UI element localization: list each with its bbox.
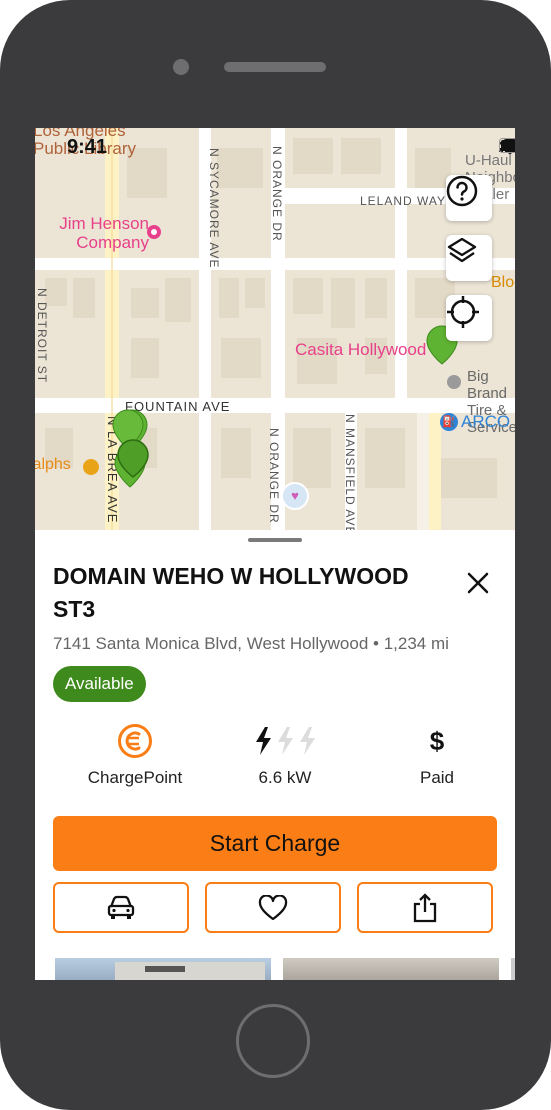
- front-camera: [173, 59, 189, 75]
- station-name: DOMAIN WEHO W HOLLYWOOD ST3: [53, 563, 409, 622]
- address-separator: •: [373, 634, 384, 653]
- station-photo[interactable]: [283, 958, 499, 980]
- tire-shop-icon: [447, 375, 461, 389]
- gas-station-icon: ⛽: [440, 413, 458, 431]
- favorite-button[interactable]: [205, 882, 341, 933]
- station-address-line: 7141 Santa Monica Blvd, West Hollywood •…: [53, 634, 449, 654]
- share-button[interactable]: [357, 882, 493, 933]
- close-button[interactable]: [460, 565, 496, 601]
- street-label-n-orange-bottom: N ORANGE DR: [267, 428, 281, 524]
- share-icon: [413, 892, 437, 922]
- street-label-n-mansfield: N MANSFIELD AVE: [343, 414, 357, 536]
- network-label: ChargePoint: [87, 768, 183, 787]
- price-label: Paid: [419, 768, 455, 787]
- locate-button[interactable]: [446, 295, 492, 341]
- station-markers-cluster[interactable]: [109, 408, 159, 494]
- phone-frame: N SYCAMORE AVE N ORANGE DR LELAND WAY N …: [0, 0, 551, 1110]
- street-label-n-detroit: N DETROIT ST: [35, 288, 49, 384]
- car-icon: [107, 895, 135, 919]
- poi-arco[interactable]: ARCO: [461, 412, 510, 432]
- volume-down-button: [0, 290, 2, 350]
- poi-jim-henson[interactable]: Jim Henson Company: [35, 214, 149, 252]
- layers-button[interactable]: [446, 235, 492, 281]
- poi-bloom[interactable]: Bloom: [491, 274, 515, 292]
- map-view[interactable]: N SYCAMORE AVE N ORANGE DR LELAND WAY N …: [35, 128, 515, 548]
- power-info: 6.6 kW: [210, 724, 360, 788]
- earpiece-speaker: [224, 62, 326, 72]
- dollar-icon: $: [429, 725, 445, 756]
- battery-icon: [499, 138, 515, 153]
- screen: N SYCAMORE AVE N ORANGE DR LELAND WAY N …: [35, 128, 515, 980]
- pin-icon: [147, 225, 161, 239]
- crosshair-icon: [447, 296, 479, 328]
- cart-icon: [83, 459, 99, 475]
- start-charge-button[interactable]: Start Charge: [53, 816, 497, 871]
- street-label-n-sycamore: N SYCAMORE AVE: [207, 148, 221, 269]
- heart-place-icon: ♥: [281, 482, 309, 510]
- status-badge: Available: [53, 666, 146, 702]
- layers-icon: [447, 237, 477, 263]
- close-icon: [467, 572, 489, 594]
- heart-icon: [258, 894, 288, 920]
- volume-up-button: [0, 210, 2, 270]
- status-time: 9:41: [67, 136, 108, 158]
- power-level-icon: [256, 727, 315, 755]
- chargepoint-logo-icon: [118, 724, 152, 758]
- poi-ralphs[interactable]: Ralphs: [35, 456, 71, 474]
- help-icon: [446, 175, 478, 207]
- power-label: 6.6 kW: [258, 768, 312, 787]
- station-distance: 1,234 mi: [383, 634, 449, 653]
- home-button[interactable]: [236, 1004, 310, 1078]
- station-address: 7141 Santa Monica Blvd, West Hollywood: [53, 634, 369, 653]
- street-label-n-orange-top: N ORANGE DR: [270, 146, 284, 242]
- station-photo[interactable]: [511, 958, 515, 980]
- price-info: $ Paid: [362, 724, 512, 788]
- poi-casita[interactable]: Casita Hollywood: [295, 340, 426, 360]
- street-label-leland: LELAND WAY: [360, 194, 447, 208]
- help-button[interactable]: [446, 175, 492, 221]
- station-detail-sheet: DOMAIN WEHO W HOLLYWOOD ST3 7141 Santa M…: [35, 530, 515, 980]
- directions-button[interactable]: [53, 882, 189, 933]
- network-info: ChargePoint: [60, 724, 210, 788]
- sheet-grabber[interactable]: [248, 538, 302, 542]
- station-photo[interactable]: [55, 958, 271, 980]
- mute-switch: [0, 140, 2, 170]
